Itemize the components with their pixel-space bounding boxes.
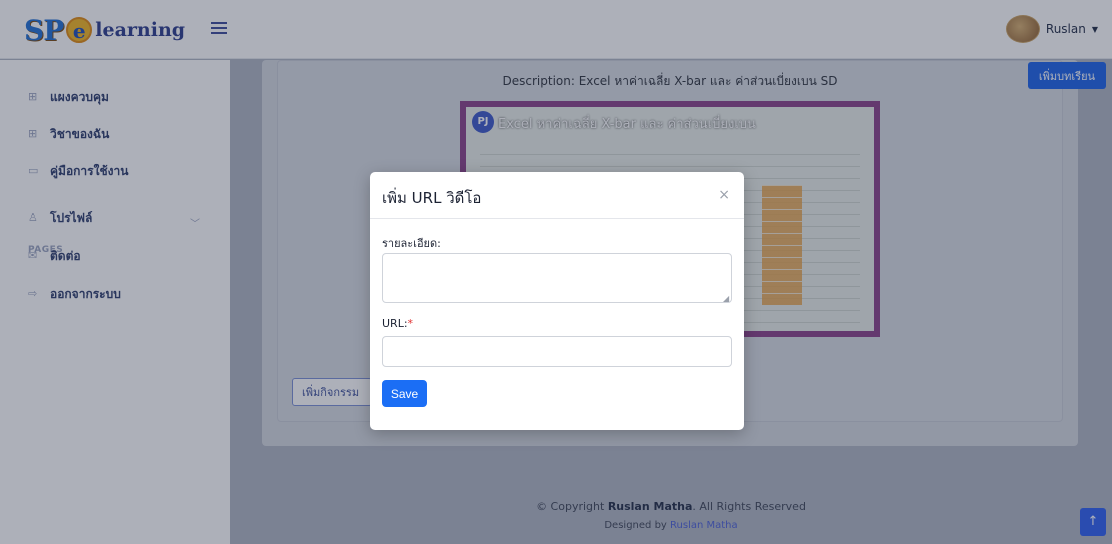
close-icon[interactable]: × [718,187,730,203]
required-asterisk: * [407,317,414,330]
resize-grip-icon[interactable]: ◢ [723,294,729,303]
url-label: URL:* [382,317,414,330]
save-button[interactable]: Save [382,380,427,407]
url-input[interactable] [382,336,732,367]
add-video-url-modal: เพิ่ม URL วิดีโอ × รายละเอียด: ◢ URL:* S… [370,172,744,430]
detail-label: รายละเอียด: [382,237,441,250]
detail-textarea[interactable] [382,253,732,303]
modal-title: เพิ่ม URL วิดีโอ [382,189,482,207]
modal-header: เพิ่ม URL วิดีโอ × [370,172,744,219]
